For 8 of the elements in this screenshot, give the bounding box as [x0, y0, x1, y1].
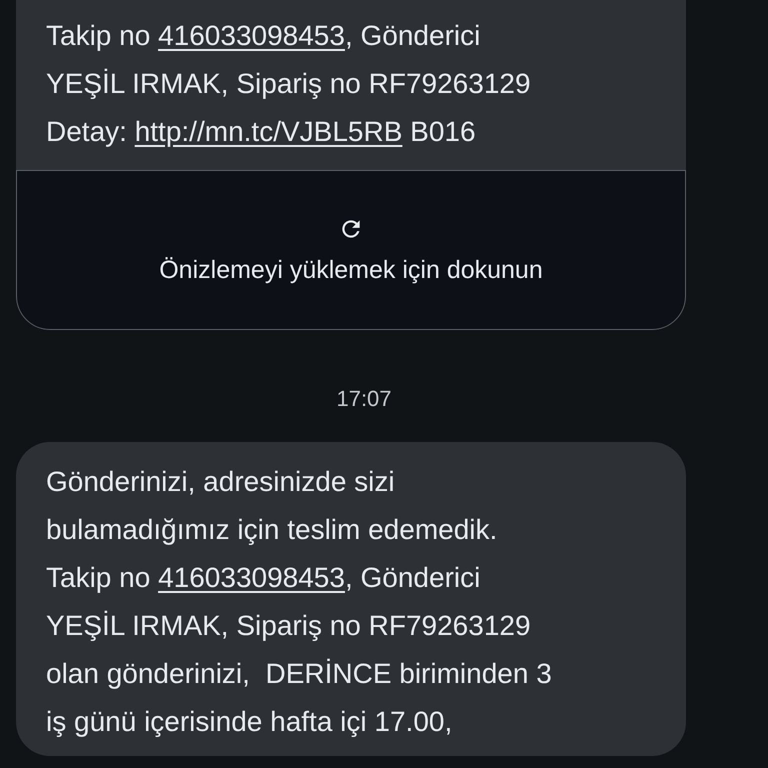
link[interactable]: http://mn.tc/VJBL5RB	[134, 116, 402, 147]
link[interactable]: 416033098453	[158, 20, 345, 51]
message-text: Gönderinizi, adresinizde sizi bulamadığımız için teslim edemedik. Takip no 416033098453, Gönderici YEŞİL IRMAK, Sipariş no RF79263129 olan gönderinizi, DERİNCE biriminden 3 iş günü içerisinde hafta içi 17.00,	[45, 465, 553, 739]
message-text: Takip no 416033098453, Gönderici YEŞİL IRMAK, Sipariş no RF79263129 Detay: http://mn.tc/VJBL5RB B016	[45, 19, 532, 149]
timestamp: 17:07	[336, 386, 392, 412]
preview-card[interactable]: Önizlemeyi yüklemek için dokunun	[16, 170, 686, 330]
preview-label: Önizlemeyi yüklemek için dokunun	[159, 256, 543, 284]
link[interactable]: 416033098453	[158, 562, 345, 593]
